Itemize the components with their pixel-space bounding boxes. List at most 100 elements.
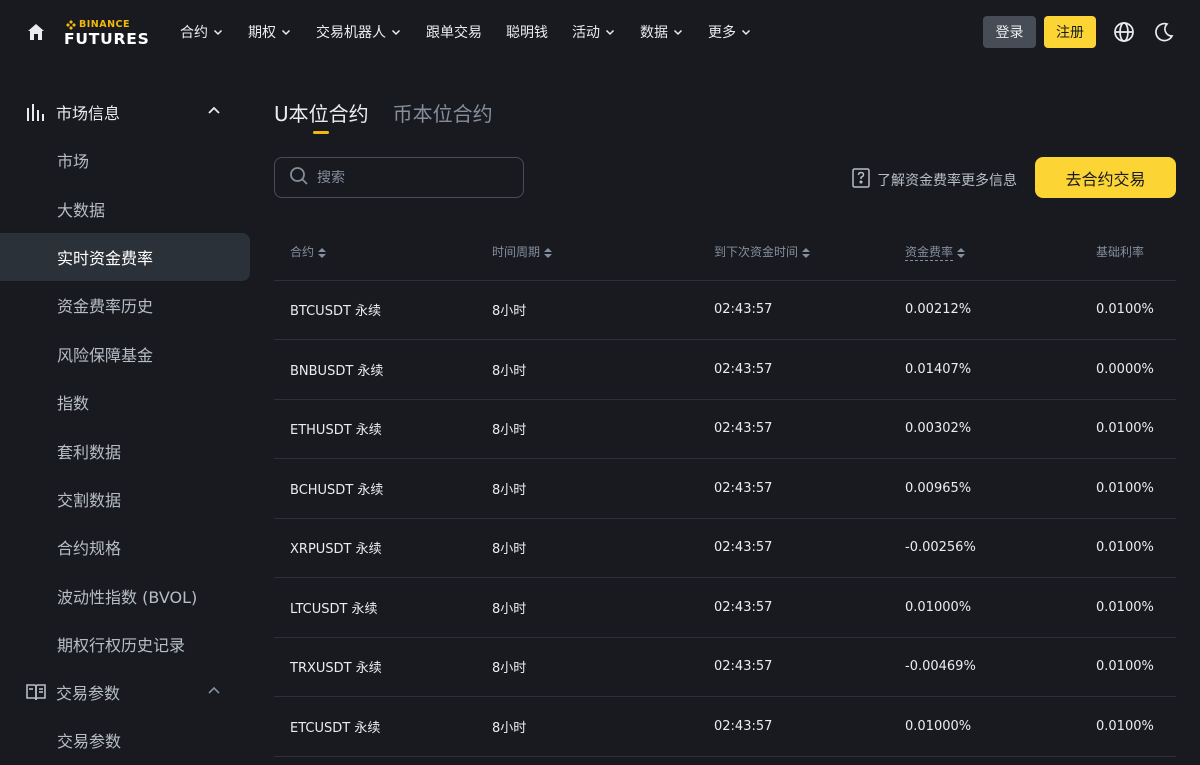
logo-top-text: BINANCE	[79, 19, 130, 30]
home-icon[interactable]	[24, 20, 48, 44]
cell-rate: 0.00302%	[905, 399, 1096, 459]
column-header-funding-rate[interactable]: 资金费率	[905, 224, 1096, 281]
sort-icon[interactable]	[544, 247, 553, 258]
cell-period: 8小时	[492, 399, 714, 459]
nav-item-label: 聪明钱	[506, 25, 548, 41]
table-row: BNBUSDT 永续 8小时 02:43:57 0.01407% 0.0000%	[274, 339, 1176, 400]
table-row: LTCUSDT 永续 8小时 02:43:57 0.01000% 0.0100%	[274, 577, 1176, 638]
nav-item-0[interactable]: 合约	[180, 22, 224, 42]
table-row: TRXUSDT 永续 8小时 02:43:57 -0.00469% 0.0100%	[274, 637, 1176, 697]
column-header-period[interactable]: 时间周期	[492, 224, 714, 281]
register-button[interactable]: 注册	[1044, 16, 1096, 48]
globe-icon[interactable]	[1112, 20, 1136, 44]
help-book-icon	[851, 167, 871, 193]
sidebar-item-3[interactable]: 资金费率历史	[0, 281, 250, 329]
cell-contract[interactable]: BTCUSDT 永续	[274, 280, 492, 340]
cell-period: 8小时	[492, 458, 714, 519]
table-row: BCHUSDT 永续 8小时 02:43:57 0.00965% 0.0100%	[274, 458, 1176, 519]
sidebar-item-10[interactable]: 期权行权历史记录	[0, 620, 250, 668]
nav-item-2[interactable]: 交易机器人	[316, 22, 402, 42]
search-input[interactable]	[317, 169, 507, 186]
chevron-up-icon[interactable]	[206, 682, 222, 702]
column-header-next-funding[interactable]: 到下次资金时间	[714, 224, 905, 281]
cell-period: 8小时	[492, 518, 714, 578]
cell-rate: 0.00212%	[905, 280, 1096, 340]
nav-item-3[interactable]: 跟单交易	[426, 22, 482, 42]
tab-0[interactable]: U本位合约	[274, 88, 369, 134]
cell-period: 8小时	[492, 637, 714, 697]
nav-item-label: 数据	[640, 25, 668, 41]
nav-item-label: 期权	[248, 25, 276, 41]
sidebar-item-9[interactable]: 波动性指数 (BVOL)	[0, 572, 250, 620]
cell-contract[interactable]: BNBUSDT 永续	[274, 339, 492, 400]
cell-contract[interactable]: ETCUSDT 永续	[274, 696, 492, 757]
binance-futures-logo[interactable]: BINANCE FUTURES	[64, 17, 156, 48]
cell-base: 0.0100%	[1096, 518, 1176, 578]
chevron-up-icon[interactable]	[206, 102, 222, 122]
chevron-down-icon	[212, 26, 224, 38]
cell-period: 8小时	[492, 696, 714, 757]
cell-next: 02:43:57	[714, 696, 905, 757]
tab-1[interactable]: 币本位合约	[393, 88, 493, 134]
cell-base: 0.0100%	[1096, 577, 1176, 638]
chevron-down-icon	[390, 26, 402, 38]
nav-item-1[interactable]: 期权	[248, 22, 292, 42]
cell-rate: 0.01407%	[905, 339, 1096, 400]
cell-next: 02:43:57	[714, 577, 905, 638]
chevron-down-icon	[672, 26, 684, 38]
sidebar-group-market-info[interactable]: 市场信息	[0, 88, 250, 136]
sidebar-item-5[interactable]: 指数	[0, 378, 250, 426]
cell-base: 0.0100%	[1096, 458, 1176, 519]
cell-contract[interactable]: ETHUSDT 永续	[274, 399, 492, 459]
login-button[interactable]: 登录	[983, 16, 1036, 48]
cell-base: 0.0100%	[1096, 696, 1176, 757]
logo-bottom-text: FUTURES	[64, 30, 150, 48]
nav-item-5[interactable]: 活动	[572, 22, 616, 42]
cell-contract[interactable]: XRPUSDT 永续	[274, 518, 492, 578]
sort-icon[interactable]	[318, 247, 327, 258]
cell-contract[interactable]: TRXUSDT 永续	[274, 637, 492, 697]
sidebar: 市场信息 市场 大数据 实时资金费率 资金费率历史 风险保障基金 指数 套利数据 交割数据 合约…	[0, 88, 250, 765]
sidebar-items: 市场 大数据 实时资金费率 资金费率历史 风险保障基金 指数 套利数据 交割数据 合约规格 波动性…	[0, 136, 250, 668]
sidebar-item-7[interactable]: 交割数据	[0, 475, 250, 523]
nav-item-6[interactable]: 数据	[640, 22, 684, 42]
table-header-row: 合约 时间周期 到下次资金时间 资金费率 基础利率	[274, 224, 1176, 281]
sidebar-item-6[interactable]: 套利数据	[0, 426, 250, 474]
search-box[interactable]	[274, 157, 524, 198]
nav-menu: 合约 期权 交易机器人 跟单交易 聪明钱 活动 数据 更多	[180, 22, 776, 42]
column-header-contract[interactable]: 合约	[274, 224, 492, 281]
cell-rate: 0.00965%	[905, 458, 1096, 519]
sidebar-item-0[interactable]: 市场	[0, 136, 250, 184]
cell-period: 8小时	[492, 577, 714, 638]
sidebar-group-trading-params[interactable]: 交易参数	[0, 668, 250, 716]
cell-contract[interactable]: LTCUSDT 永续	[274, 577, 492, 638]
nav-item-7[interactable]: 更多	[708, 22, 752, 42]
cell-rate: -0.00469%	[905, 637, 1096, 697]
cell-rate: 0.01000%	[905, 696, 1096, 757]
sidebar-item-2[interactable]: 实时资金费率	[0, 232, 250, 282]
nav-item-label: 活动	[572, 25, 600, 41]
column-header-base-rate: 基础利率	[1096, 224, 1176, 281]
toolbar: 了解资金费率更多信息 去合约交易	[274, 157, 1176, 227]
sidebar-item-4[interactable]: 风险保障基金	[0, 330, 250, 378]
funding-rate-table: 合约 时间周期 到下次资金时间 资金费率 基础利率 BTCUSDT 永续 8小时 0…	[274, 224, 1176, 757]
sidebar-item-8[interactable]: 合约规格	[0, 523, 250, 571]
moon-icon[interactable]	[1152, 20, 1176, 44]
sort-icon[interactable]	[802, 247, 811, 258]
nav-item-4[interactable]: 聪明钱	[506, 22, 548, 42]
contract-tabs: U本位合约 币本位合约	[274, 88, 1176, 134]
sort-icon[interactable]	[957, 247, 966, 258]
cell-next: 02:43:57	[714, 458, 905, 519]
go-trade-button[interactable]: 去合约交易	[1035, 157, 1176, 198]
cell-contract[interactable]: BCHUSDT 永续	[274, 458, 492, 519]
nav-item-label: 交易机器人	[316, 25, 386, 41]
cell-period: 8小时	[492, 339, 714, 400]
sidebar-group-label: 交易参数	[56, 684, 121, 704]
sidebar-item-1[interactable]: 大数据	[0, 184, 250, 232]
book-icon	[24, 680, 48, 704]
cell-base: 0.0100%	[1096, 280, 1176, 340]
sidebar-item-trading-params[interactable]: 交易参数	[0, 716, 250, 764]
cell-next: 02:43:57	[714, 399, 905, 459]
table-row: BTCUSDT 永续 8小时 02:43:57 0.00212% 0.0100%	[274, 280, 1176, 340]
funding-info-link[interactable]: 了解资金费率更多信息	[851, 167, 1017, 193]
